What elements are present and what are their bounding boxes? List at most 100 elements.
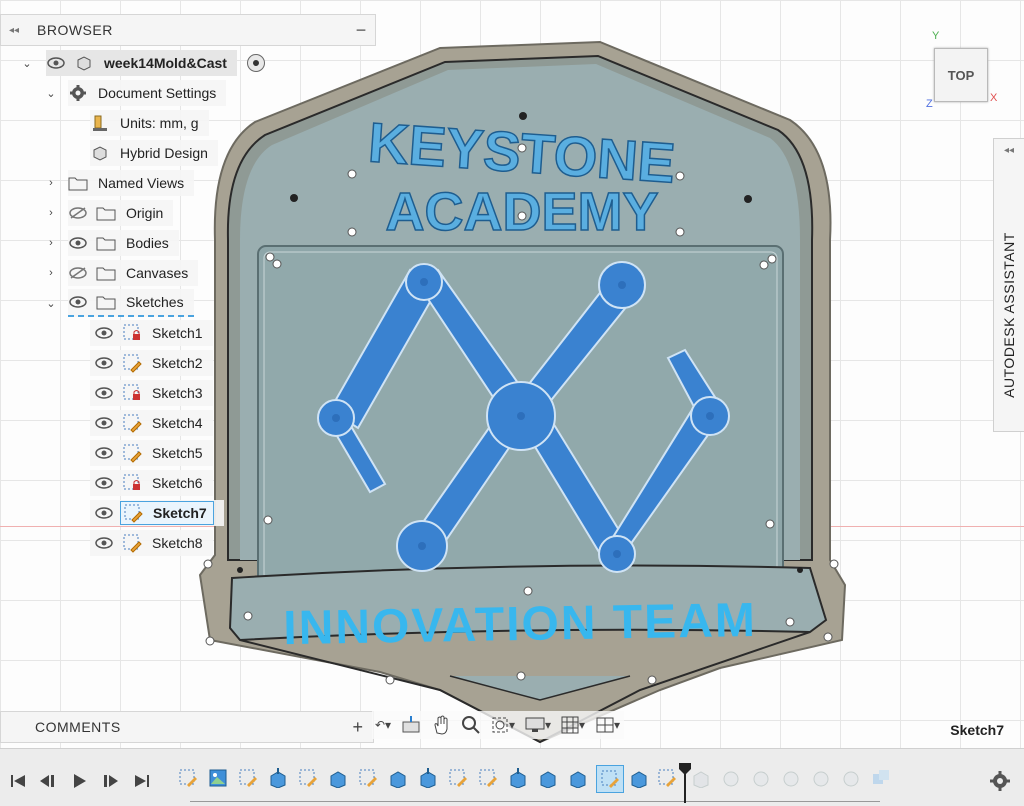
play-icon[interactable] (68, 769, 92, 793)
timeline-suppressed-icon[interactable] (780, 767, 802, 789)
chevron-right-icon[interactable]: › (44, 207, 58, 219)
orbit-dropdown-icon[interactable]: ↶▾ (372, 713, 394, 737)
zoom-icon[interactable] (458, 713, 484, 737)
timeline-suppressed-icon[interactable] (720, 767, 742, 789)
timeline-marker-icon[interactable] (679, 763, 691, 803)
folder-icon (96, 203, 116, 223)
timeline-extrude-icon[interactable] (267, 767, 289, 789)
go-to-end-icon[interactable] (130, 769, 154, 793)
chevron-right-icon[interactable]: › (44, 267, 58, 279)
eye-hidden-icon[interactable] (68, 206, 88, 220)
chevron-down-icon[interactable]: ⌄ (44, 297, 58, 310)
timeline-extrude-icon[interactable] (537, 767, 559, 789)
timeline-suppressed-icon[interactable] (870, 767, 892, 789)
tree-document-settings[interactable]: ⌄ Document Settings (44, 80, 227, 106)
timeline-extrude-icon[interactable] (628, 767, 650, 789)
folder-sketches[interactable]: ⌄ Sketches (44, 289, 194, 317)
viewcube[interactable]: Y TOP X Z (926, 30, 998, 110)
assistant-panel[interactable]: ◂◂ AUTODESK ASSISTANT (993, 138, 1024, 432)
sketch-label: Sketch1 (152, 325, 203, 341)
eye-icon[interactable] (68, 295, 88, 309)
selected-sketch-box[interactable]: Sketch7 (120, 501, 214, 525)
folder-named-views[interactable]: › Named Views (44, 170, 195, 196)
fit-dropdown-icon[interactable]: ▾ (488, 713, 518, 737)
eye-icon[interactable] (94, 356, 114, 370)
timeline-sketch-icon[interactable] (447, 767, 469, 789)
sketch-label: Sketch8 (152, 535, 203, 551)
sketch-row[interactable]: Sketch1 (90, 320, 213, 346)
tree-root[interactable]: ⌄ week14Mold&Cast (20, 50, 265, 76)
eye-icon[interactable] (68, 236, 88, 250)
sketch-row[interactable]: Sketch2 (90, 350, 213, 376)
pan-hand-icon[interactable] (428, 713, 454, 737)
step-forward-icon[interactable] (98, 769, 122, 793)
folder-bodies[interactable]: › Bodies (44, 230, 179, 256)
timeline-selected-sketch-icon[interactable] (596, 765, 624, 793)
timeline-sketch-icon[interactable] (177, 767, 199, 789)
timeline-extrude-icon[interactable] (327, 767, 349, 789)
viewcube-top-face[interactable]: TOP (934, 48, 988, 102)
sketch-row[interactable]: Sketch3 (90, 380, 213, 406)
timeline-extrude-icon[interactable] (507, 767, 529, 789)
sketch-row[interactable]: Sketch6 (90, 470, 213, 496)
timeline-suppressed-icon[interactable] (690, 767, 712, 789)
look-at-icon[interactable] (398, 713, 424, 737)
eye-icon[interactable] (94, 476, 114, 490)
timeline-sketch-icon[interactable] (656, 767, 678, 789)
display-settings-icon[interactable]: ▾ (522, 713, 554, 737)
add-comment-button[interactable]: + (352, 717, 363, 738)
tree-design-type[interactable]: Hybrid Design (90, 140, 218, 166)
go-to-start-icon[interactable] (6, 769, 30, 793)
ruler-icon (90, 113, 110, 133)
expand-arrows-icon[interactable]: ◂◂ (994, 145, 1024, 156)
sketch-row-selected[interactable]: Sketch7 (90, 500, 224, 526)
timeline-settings-gear-icon[interactable] (988, 769, 1012, 793)
timeline-suppressed-icon[interactable] (750, 767, 772, 789)
chevron-right-icon[interactable]: › (44, 237, 58, 249)
folder-origin[interactable]: › Origin (44, 200, 174, 226)
bottom-text: INNOVATION TEAM (283, 594, 757, 655)
eye-icon[interactable] (94, 506, 114, 520)
timeline-extrude-icon[interactable] (417, 767, 439, 789)
chevron-down-icon[interactable]: ⌄ (20, 57, 34, 70)
sketch-icon (123, 503, 143, 523)
activate-radio-icon[interactable] (246, 54, 265, 72)
timeline-sketch-icon[interactable] (237, 767, 259, 789)
axis-y-label: Y (932, 30, 940, 42)
grid-settings-icon[interactable]: ▾ (558, 713, 588, 737)
sketch-row[interactable]: Sketch4 (90, 410, 213, 436)
eye-icon[interactable] (94, 536, 114, 550)
root-label: week14Mold&Cast (104, 55, 227, 71)
timeline-suppressed-icon[interactable] (810, 767, 832, 789)
sketch-locked-icon (122, 323, 142, 343)
timeline-sketch-icon[interactable] (357, 767, 379, 789)
eye-hidden-icon[interactable] (68, 266, 88, 280)
eye-icon[interactable] (94, 326, 114, 340)
eye-icon[interactable] (46, 56, 66, 70)
timeline-sketch-icon[interactable] (477, 767, 499, 789)
tree-units[interactable]: Units: mm, g (90, 110, 209, 136)
sketch-row[interactable]: Sketch8 (90, 530, 213, 556)
viewports-icon[interactable]: ▾ (592, 713, 624, 737)
sketch-icon (122, 443, 142, 463)
collapse-panel-icon[interactable]: ◂◂ (1, 15, 27, 45)
timeline-extrude-icon[interactable] (387, 767, 409, 789)
eye-icon[interactable] (94, 446, 114, 460)
eye-icon[interactable] (94, 416, 114, 430)
chevron-right-icon[interactable]: › (44, 177, 58, 189)
minimize-button[interactable]: − (347, 20, 375, 41)
component-icon (74, 53, 94, 73)
step-back-icon[interactable] (36, 769, 60, 793)
timeline-extrude-icon[interactable] (567, 767, 589, 789)
timeline-canvas-icon[interactable] (207, 767, 229, 789)
timeline[interactable] (0, 748, 1024, 806)
comments-panel[interactable]: COMMENTS + (0, 711, 374, 743)
folder-canvases[interactable]: › Canvases (44, 260, 199, 286)
eye-icon[interactable] (94, 386, 114, 400)
folder-label: Bodies (126, 235, 169, 251)
timeline-sketch-icon[interactable] (297, 767, 319, 789)
sketch-label: Sketch3 (152, 385, 203, 401)
sketch-row[interactable]: Sketch5 (90, 440, 213, 466)
chevron-down-icon[interactable]: ⌄ (44, 87, 58, 100)
timeline-suppressed-icon[interactable] (840, 767, 862, 789)
